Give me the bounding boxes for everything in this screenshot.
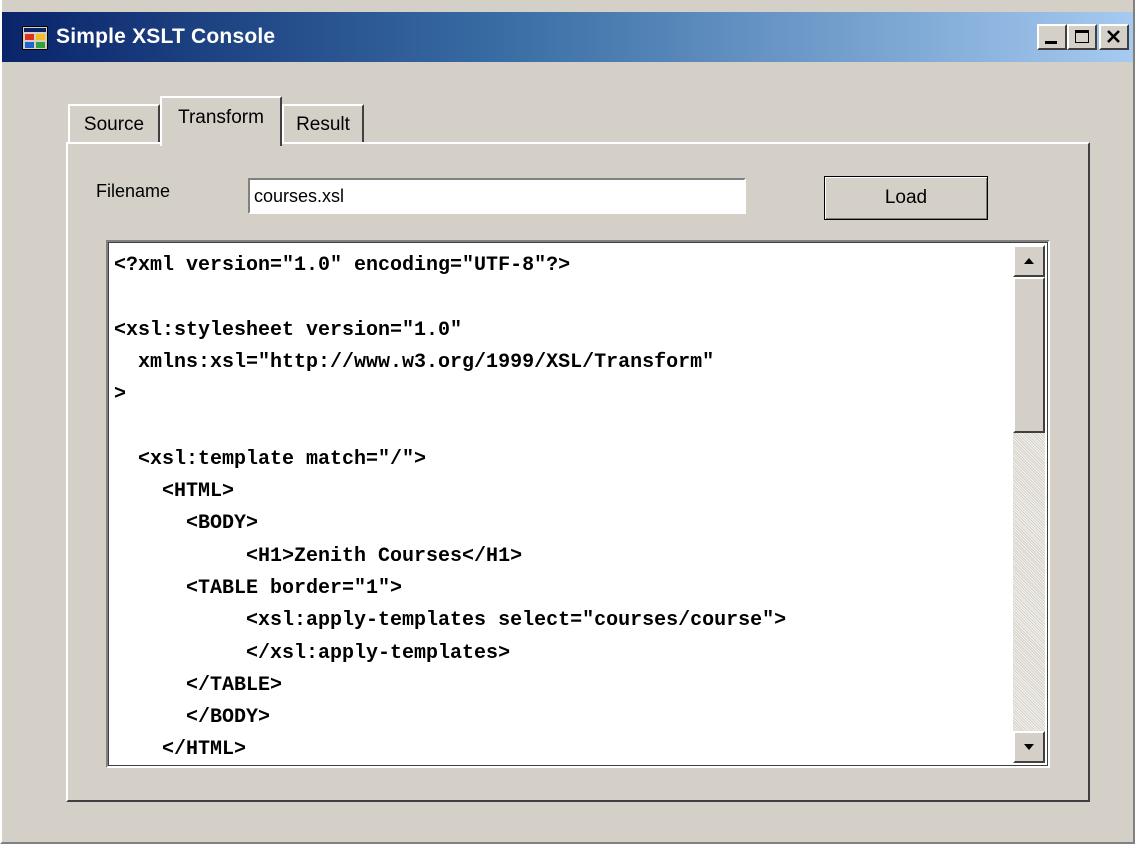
tab-transform-label: Transform (178, 107, 264, 128)
vertical-scrollbar[interactable] (1013, 245, 1045, 763)
tab-result-label: Result (296, 114, 350, 135)
minimize-icon (1045, 41, 1057, 44)
tab-result[interactable]: Result (282, 104, 364, 144)
scroll-down-button[interactable] (1013, 731, 1045, 763)
close-button[interactable] (1099, 24, 1129, 50)
app-window: Simple XSLT Console Source Transform Res… (0, 0, 1135, 844)
close-icon (1107, 30, 1120, 43)
load-button-label: Load (884, 187, 928, 208)
load-button[interactable]: Load (824, 176, 988, 220)
tab-transform[interactable]: Transform (160, 96, 282, 146)
tab-source-label: Source (83, 114, 145, 135)
tab-source[interactable]: Source (68, 104, 160, 144)
scroll-up-arrow-icon (1024, 258, 1034, 264)
scroll-down-arrow-icon (1024, 744, 1034, 750)
scroll-up-button[interactable] (1013, 245, 1045, 277)
maximize-button[interactable] (1067, 24, 1097, 50)
xsl-code-text[interactable]: <?xml version="1.0" encoding="UTF-8"?> <… (114, 250, 786, 766)
maximize-icon (1075, 30, 1089, 43)
minimize-button[interactable] (1037, 24, 1067, 50)
filename-label: Filename (96, 181, 171, 201)
scrollbar-thumb[interactable] (1013, 277, 1045, 433)
window-title: Simple XSLT Console (56, 25, 276, 48)
app-icon[interactable] (22, 26, 48, 50)
xsl-editor[interactable]: <?xml version="1.0" encoding="UTF-8"?> <… (106, 240, 1050, 768)
filename-input[interactable]: courses.xsl (248, 178, 746, 214)
